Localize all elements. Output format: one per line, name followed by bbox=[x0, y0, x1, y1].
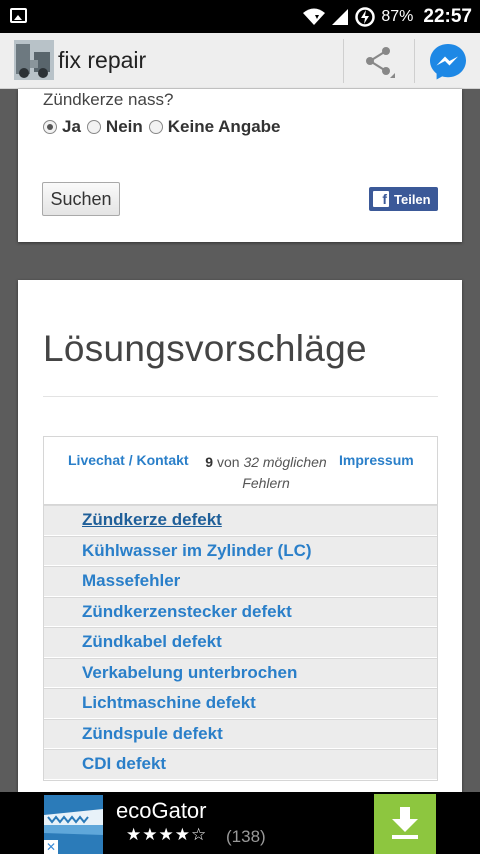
result-count-shown: 9 bbox=[205, 454, 214, 470]
ad-download-button[interactable] bbox=[374, 794, 436, 854]
ad-close-icon[interactable]: ✕ bbox=[44, 840, 58, 854]
download-icon bbox=[392, 807, 418, 839]
heading-divider bbox=[43, 396, 438, 397]
share-icon bbox=[366, 47, 395, 78]
ecogator-logo-icon: ✕ bbox=[44, 795, 103, 854]
app-logo-icon[interactable] bbox=[14, 40, 54, 80]
radio-label-nein[interactable]: Nein bbox=[106, 117, 143, 137]
result-count-total: 32 möglichen bbox=[243, 454, 327, 470]
clock: 22:57 bbox=[423, 6, 472, 27]
search-form-card: Zündkerze nass? Ja Nein Keine Angabe Suc… bbox=[18, 89, 462, 242]
app-bar: fix repair bbox=[0, 33, 480, 89]
ad-rating-count: (138) bbox=[226, 827, 266, 846]
solutions-heading: Lösungsvorschläge bbox=[43, 328, 367, 369]
search-button[interactable]: Suchen bbox=[42, 182, 120, 216]
battery-percent: 87% bbox=[381, 8, 414, 25]
ad-banner[interactable]: ✕ ecoGator ★★★★☆ (138) bbox=[0, 792, 480, 854]
solution-item[interactable]: Massefehler bbox=[44, 566, 437, 597]
facebook-share-button[interactable]: f Teilen bbox=[369, 187, 438, 211]
facebook-share-label: Teilen bbox=[394, 191, 431, 207]
solutions-card: Lösungsvorschläge Livechat / Kontakt 9 v… bbox=[18, 280, 462, 792]
share-button[interactable] bbox=[344, 33, 414, 89]
radio-label-keine-angabe[interactable]: Keine Angabe bbox=[168, 117, 281, 137]
question-label: Zündkerze nass? bbox=[43, 90, 174, 109]
result-count-of: von bbox=[216, 454, 240, 470]
solution-item[interactable]: Lichtmaschine defekt bbox=[44, 688, 437, 719]
solutions-table-header: Livechat / Kontakt 9 von 32 möglichen Fe… bbox=[44, 437, 437, 505]
facebook-icon: f bbox=[373, 191, 389, 207]
ad-app-name: ecoGator bbox=[116, 798, 207, 823]
status-icons: 87% 22:57 bbox=[303, 5, 472, 29]
impressum-link[interactable]: Impressum bbox=[339, 452, 414, 468]
solution-item[interactable]: Zündkerzenstecker defekt bbox=[44, 596, 437, 627]
radio-label-ja[interactable]: Ja bbox=[62, 117, 81, 137]
radio-ja[interactable] bbox=[43, 120, 57, 134]
solution-item[interactable]: Zündkabel defekt bbox=[44, 627, 437, 658]
solution-item[interactable]: Zündspule defekt bbox=[44, 718, 437, 749]
signal-icon bbox=[332, 9, 349, 25]
ad-rating-stars: ★★★★☆ bbox=[126, 825, 208, 844]
radio-nein[interactable] bbox=[86, 120, 101, 134]
status-bar: 87% 22:57 bbox=[0, 0, 480, 33]
solution-item[interactable]: Kühlwasser im Zylinder (LC) bbox=[44, 535, 437, 566]
messenger-button[interactable] bbox=[415, 33, 480, 89]
image-notification-icon bbox=[10, 8, 27, 23]
livechat-contact-link[interactable]: Livechat / Kontakt bbox=[68, 452, 189, 468]
answer-radio-group: Ja Nein Keine Angabe bbox=[43, 117, 287, 137]
app-title: fix repair bbox=[58, 47, 147, 73]
solution-item[interactable]: Verkabelung unterbrochen bbox=[44, 657, 437, 688]
result-count-unit: Fehlern bbox=[242, 475, 290, 491]
solutions-table: Livechat / Kontakt 9 von 32 möglichen Fe… bbox=[43, 436, 438, 781]
battery-charging-icon bbox=[355, 7, 376, 27]
messenger-icon bbox=[429, 44, 466, 80]
solution-item[interactable]: CDI defekt bbox=[44, 749, 437, 780]
solution-item[interactable]: Zündkerze defekt bbox=[44, 505, 437, 536]
wifi-icon bbox=[303, 8, 326, 25]
result-count: 9 von 32 möglichen Fehlern bbox=[203, 452, 329, 494]
radio-keine-angabe[interactable] bbox=[148, 120, 163, 134]
